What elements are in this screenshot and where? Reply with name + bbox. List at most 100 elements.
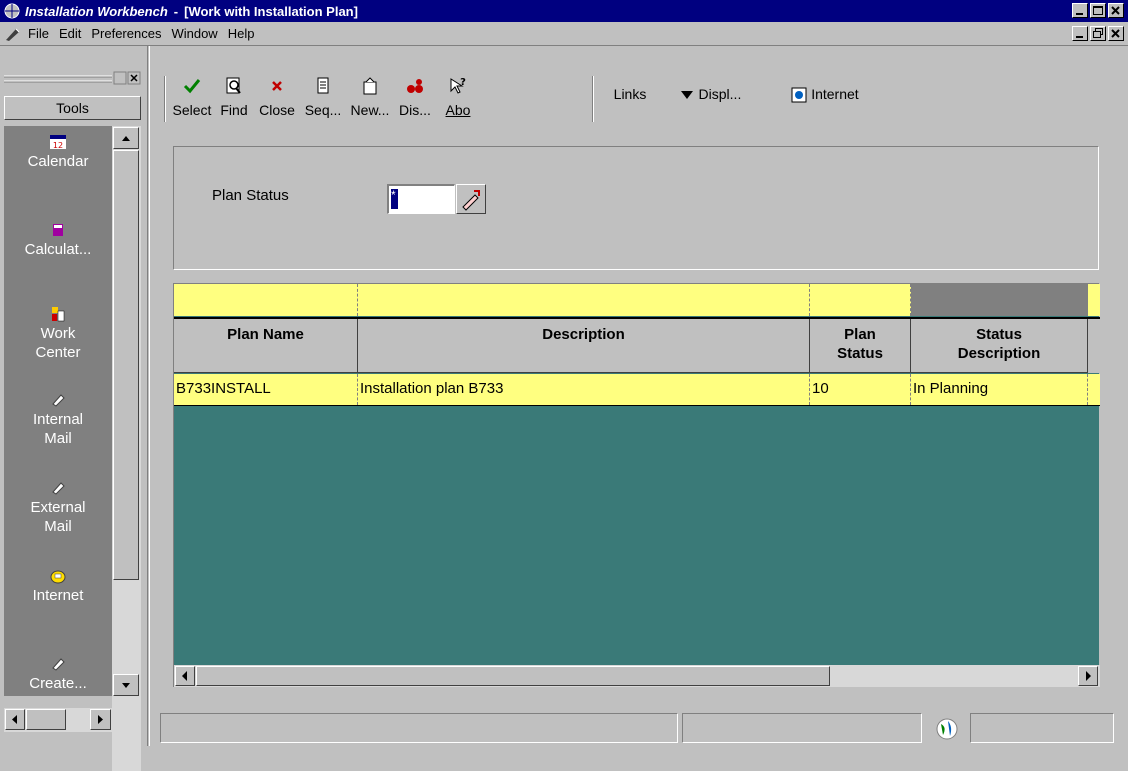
tools-horizontal-scrollbar[interactable] [4,708,112,732]
telephone-icon [50,570,66,584]
find-button[interactable]: Find [216,76,252,124]
svg-text:12: 12 [53,141,63,150]
close-window-button[interactable] [1108,3,1124,18]
tool-calendar[interactable]: 12 Calendar [4,134,112,171]
qbe-plan-status[interactable] [810,284,911,316]
scroll-thumb[interactable] [26,709,66,730]
search-assist-icon [462,190,480,211]
title-bar: Installation Workbench - [Work with Inst… [0,0,1128,22]
qbe-status-description [911,284,1088,316]
minimize-button[interactable] [1072,3,1088,18]
form-area: Plan Status * Plan Name Description Plan… [150,130,1126,710]
column-header-plan-name[interactable]: Plan Name [174,319,358,373]
menu-bar: File Edit Preferences Window Help [0,22,1128,46]
qbe-plan-name[interactable] [174,284,358,316]
table-row[interactable]: B733INSTALL Installation plan B733 10 In… [174,374,1100,406]
column-header-plan-status[interactable]: Plan Status [810,319,911,373]
arrow-down-icon [122,683,130,688]
menu-edit[interactable]: Edit [59,26,81,41]
tool-label: Calendar [27,153,89,170]
child-close-button[interactable] [1108,26,1124,41]
minimize-icon [1076,13,1083,15]
calculator-icon [53,224,63,236]
visual-assist-button[interactable] [456,184,486,214]
tool-internet[interactable]: Internet [4,568,112,605]
maximize-button[interactable] [1090,3,1106,18]
maximize-icon [1093,6,1103,15]
status-bar [160,711,1126,745]
scroll-thumb[interactable] [196,666,830,686]
grid-horizontal-scrollbar[interactable] [174,665,1100,687]
new-document-icon [363,77,377,95]
connection-globe-icon [935,717,959,741]
internet-button[interactable]: Internet [780,86,870,134]
plan-status-input[interactable]: * [387,184,455,214]
help-pointer-icon: ? [450,77,466,94]
arrow-left-icon [182,671,187,681]
grip-lines [4,71,141,85]
close-button[interactable]: Close [256,76,298,124]
display-glasses-icon [407,79,423,93]
tool-label: External Mail [30,499,86,535]
query-by-example-row [174,284,1100,316]
document-title: [Work with Installation Plan] [184,3,358,19]
select-button[interactable]: Select [172,76,212,124]
links-button[interactable]: Links [600,86,660,134]
display-menu-button[interactable]: Displ... [665,86,755,134]
tools-panel-grip[interactable] [2,70,142,96]
document-pen-icon[interactable] [4,26,22,42]
scroll-down-button[interactable] [113,674,139,696]
grid-header: Plan Name Description Plan Status Status… [174,317,1100,373]
cell-plan-status[interactable]: 10 [810,374,911,405]
status-pane-info [682,713,922,743]
child-minimize-button[interactable] [1072,26,1088,41]
find-magnifier-icon [226,77,241,94]
menu-window[interactable]: Window [171,26,217,41]
close-x-icon [272,81,282,91]
new-button[interactable]: New... [348,76,392,124]
cell-plan-name[interactable]: B733INSTALL [174,374,358,405]
toolbar-separator [592,76,594,122]
about-button[interactable]: ? Abo [438,76,478,124]
status-pane-message [160,713,678,743]
tool-calculator[interactable]: Calculat... [4,222,112,259]
tool-create[interactable]: Create... [4,656,112,693]
app-globe-icon [4,3,20,19]
minimize-icon [1076,36,1083,38]
sequence-icon [317,77,329,94]
tool-label: Internet [32,587,84,604]
scroll-left-button[interactable] [175,666,195,686]
scroll-left-button[interactable] [5,709,25,730]
menu-help[interactable]: Help [228,26,255,41]
status-pane-extra [970,713,1114,743]
column-header-status-description[interactable]: Status Description [911,319,1088,373]
scroll-right-button[interactable] [1078,666,1098,686]
tool-external-mail[interactable]: External Mail [4,480,112,536]
tool-work-center[interactable]: Work Center [4,306,112,362]
cell-description[interactable]: Installation plan B733 [358,374,810,405]
internet-globe-icon [791,87,807,103]
toolbar-separator [164,76,166,122]
scroll-thumb[interactable] [113,150,139,580]
app-title: Installation Workbench [25,3,168,19]
tool-label: Calculat... [24,241,92,258]
tools-list: 12 Calendar Calculat... Work Center Inte… [4,126,112,696]
data-grid: Plan Name Description Plan Status Status… [173,283,1100,687]
scroll-right-button[interactable] [90,709,111,730]
tool-internal-mail[interactable]: Internal Mail [4,392,112,448]
column-header-description[interactable]: Description [358,319,810,373]
display-button[interactable]: Dis... [394,76,436,124]
tools-vertical-scrollbar[interactable] [112,126,141,771]
menu-file[interactable]: File [28,26,49,41]
scroll-up-button[interactable] [113,127,139,149]
child-restore-button[interactable] [1090,26,1106,41]
work-center-icon [52,307,65,322]
tools-header[interactable]: Tools [4,96,141,120]
svg-text:?: ? [460,77,466,88]
menu-preferences[interactable]: Preferences [91,26,161,41]
sequence-button[interactable]: Seq... [302,76,344,124]
cell-status-description[interactable]: In Planning [911,374,1088,405]
title-separator: - [173,3,179,19]
qbe-description[interactable] [358,284,810,316]
calendar-icon: 12 [50,135,66,150]
